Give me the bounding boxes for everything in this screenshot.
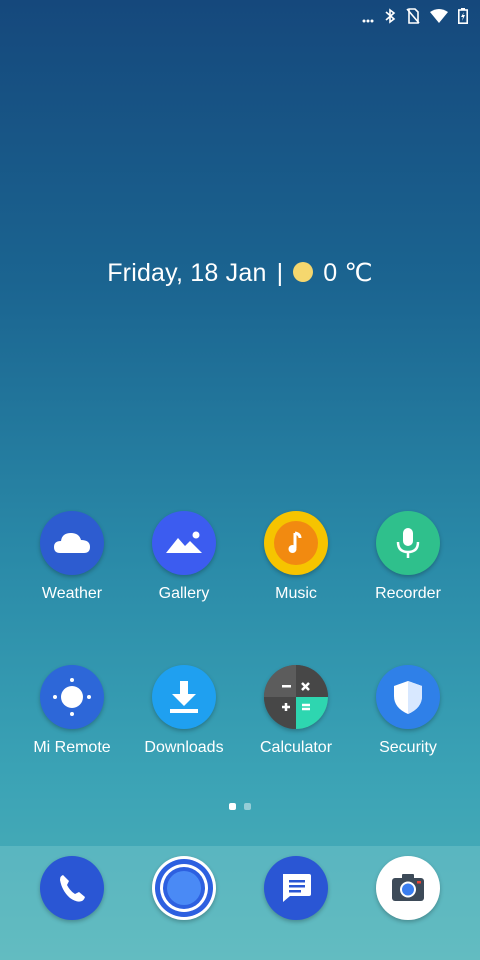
app-label: Mi Remote bbox=[33, 739, 111, 756]
app-gallery[interactable]: Gallery bbox=[128, 511, 240, 603]
microphone-icon bbox=[376, 511, 440, 575]
app-grid-row-2: Mi Remote Downloads Calculator Security bbox=[16, 665, 480, 757]
temperature-text: 0 ℃ bbox=[323, 259, 373, 287]
app-label: Music bbox=[275, 585, 317, 602]
browser-icon bbox=[152, 856, 216, 920]
app-label: Downloads bbox=[144, 739, 224, 756]
dock bbox=[0, 846, 480, 960]
phone-icon bbox=[40, 856, 104, 920]
widget-separator: | bbox=[276, 259, 284, 287]
dock-browser[interactable] bbox=[128, 856, 240, 960]
status-bar bbox=[0, 0, 480, 34]
app-recorder[interactable]: Recorder bbox=[352, 511, 464, 603]
wifi-icon bbox=[430, 9, 448, 28]
app-label: Recorder bbox=[375, 585, 441, 602]
remote-icon bbox=[40, 665, 104, 729]
app-weather[interactable]: Weather bbox=[16, 511, 128, 603]
bluetooth-icon bbox=[384, 8, 396, 29]
app-mi-remote[interactable]: Mi Remote bbox=[16, 665, 128, 757]
no-sim-icon bbox=[406, 8, 420, 29]
app-label: Weather bbox=[41, 585, 103, 602]
app-security[interactable]: Security bbox=[352, 665, 464, 757]
app-label: Calculator bbox=[259, 739, 333, 756]
download-icon bbox=[152, 665, 216, 729]
dock-phone[interactable] bbox=[16, 856, 128, 960]
music-note-icon bbox=[264, 511, 328, 575]
app-music[interactable]: Music bbox=[240, 511, 352, 603]
app-label: Security bbox=[379, 739, 437, 756]
camera-icon bbox=[376, 856, 440, 920]
cloud-icon bbox=[40, 511, 104, 575]
app-calculator[interactable]: Calculator bbox=[240, 665, 352, 757]
battery-charging-icon bbox=[458, 8, 468, 29]
page-dot[interactable] bbox=[244, 803, 251, 810]
app-grid-row-1: Weather Gallery Music Recorder bbox=[16, 511, 480, 603]
dock-camera[interactable] bbox=[352, 856, 464, 960]
page-dot-active[interactable] bbox=[229, 803, 236, 810]
app-downloads[interactable]: Downloads bbox=[128, 665, 240, 757]
messaging-icon bbox=[264, 856, 328, 920]
page-indicator bbox=[0, 803, 480, 810]
date-weather-widget[interactable]: Friday, 18 Jan | 0 ℃ bbox=[0, 258, 480, 288]
mountain-image-icon bbox=[152, 511, 216, 575]
calculator-icon bbox=[264, 665, 328, 729]
more-dots-icon bbox=[362, 10, 374, 28]
date-text: Friday, 18 Jan bbox=[107, 259, 267, 287]
sun-icon bbox=[293, 262, 314, 282]
dock-messaging[interactable] bbox=[240, 856, 352, 960]
app-label: Gallery bbox=[158, 585, 210, 602]
shield-icon bbox=[376, 665, 440, 729]
